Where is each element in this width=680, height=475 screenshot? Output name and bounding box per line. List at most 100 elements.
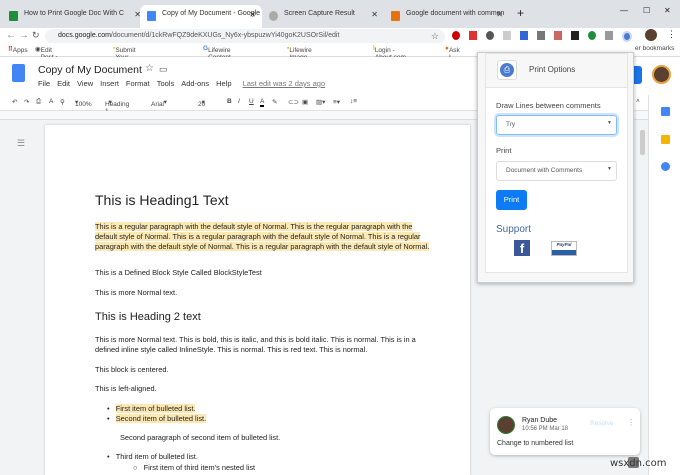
link-icon[interactable]: ⊂⊃	[288, 98, 299, 106]
underline-button[interactable]: U	[249, 98, 254, 105]
extension-icon[interactable]	[519, 31, 528, 40]
docs-logo-icon[interactable]	[12, 64, 25, 82]
menu-file[interactable]: File	[38, 79, 50, 88]
comment-icon[interactable]: ▣	[302, 98, 308, 106]
menu-addons[interactable]: Add-ons	[181, 79, 209, 88]
reload-icon[interactable]: ↻	[32, 30, 40, 41]
font-size-select[interactable]: 20 ▾	[198, 98, 205, 108]
tab-copy-of-my-document[interactable]: Copy of My Document - Google ✕	[140, 5, 262, 28]
extension-icon[interactable]	[468, 31, 477, 40]
popup-header: ⎙ Print Options	[486, 54, 627, 88]
font-select[interactable]: Arial ▾	[151, 98, 167, 108]
close-tab-icon[interactable]: ✕	[371, 10, 378, 19]
print-button[interactable]: Print	[496, 190, 527, 210]
extension-icon[interactable]	[502, 31, 511, 40]
print-extension-icon[interactable]	[621, 31, 633, 42]
dropdown-arrow-icon: ▼	[607, 120, 612, 126]
menu-edit[interactable]: Edit	[57, 79, 70, 88]
maximize-button[interactable]: ☐	[643, 6, 650, 15]
outline-icon[interactable]: ☰	[17, 138, 25, 149]
docs-icon	[147, 11, 156, 21]
redo-icon[interactable]: ↷	[24, 98, 29, 106]
bookmark-apps[interactable]: ⠿ Apps	[8, 45, 28, 54]
bookmark-item[interactable]: ◉ Edit Post ‹ Skyose -...	[35, 45, 62, 75]
align-icon[interactable]: ≡▾	[333, 98, 340, 106]
bold-button[interactable]: B	[227, 98, 232, 105]
star-icon[interactable]: ☆	[145, 63, 154, 74]
print-options-popup: ⎙ Print Options Draw Lines between comme…	[477, 52, 634, 283]
commenter-avatar	[497, 416, 515, 434]
style-select[interactable]: Heading 1 ▾	[105, 98, 129, 115]
collapse-icon[interactable]: ˄	[636, 98, 640, 105]
new-tab-button[interactable]: +	[517, 6, 524, 20]
print-select[interactable]: Document with Comments ▼	[496, 161, 617, 181]
dropdown-arrow-icon: ▼	[607, 166, 612, 172]
more-options-icon[interactable]: ⋮	[627, 418, 635, 427]
profile-avatar[interactable]	[645, 29, 657, 41]
tab-how-to-print[interactable]: How to Print Google Doc With C ✕	[2, 5, 147, 28]
print-icon[interactable]: ⎙	[36, 98, 41, 106]
undo-icon[interactable]: ↶	[12, 98, 17, 106]
text-color-button[interactable]: A	[260, 98, 265, 107]
close-window-button[interactable]: ✕	[664, 6, 671, 15]
block-style-paragraph: This is a Defined Block Style Called Blo…	[95, 268, 262, 277]
extension-icon[interactable]	[452, 31, 460, 40]
tasks-icon[interactable]	[661, 162, 670, 171]
star-icon[interactable]: ☆	[431, 31, 439, 42]
bookmark-item[interactable]: G Lifewire Content Hu...	[203, 45, 231, 68]
other-bookmarks[interactable]: er bookmarks	[635, 45, 674, 52]
paragraph: This block is centered.	[95, 365, 169, 374]
folder-icon[interactable]: ▭	[159, 64, 168, 75]
address-bar-row: ← → ↻ docs.google.com/document/d/1ckRwFQ…	[0, 28, 680, 44]
heading-1: This is Heading1 Text	[95, 192, 229, 208]
menu-tools[interactable]: Tools	[157, 79, 175, 88]
bookmark-item[interactable]: ▪ Lifewire Image Style...	[287, 45, 312, 68]
italic-button[interactable]: I	[238, 98, 240, 105]
zoom-select[interactable]: 100% ▾	[75, 98, 92, 108]
watermark: wsxdn.com	[610, 458, 667, 469]
document-title[interactable]: Copy of My Document	[38, 64, 142, 76]
close-tab-icon[interactable]: ✕	[249, 10, 256, 19]
image-icon[interactable]: ▨▾	[316, 98, 325, 106]
camera-icon	[269, 11, 278, 21]
extension-icon[interactable]	[587, 31, 596, 40]
extension-icon[interactable]	[553, 31, 562, 40]
tab-screen-capture[interactable]: Screen Capture Result ✕	[262, 5, 384, 28]
scrollbar[interactable]	[640, 130, 645, 155]
comment-card[interactable]: Ryan Dube 10:56 PM Mar 18 Resolve ⋮ Chan…	[490, 408, 640, 455]
extensions-toolbar	[452, 31, 633, 42]
camera-extension-icon[interactable]	[604, 31, 613, 40]
extension-icon[interactable]	[570, 31, 579, 40]
calendar-icon[interactable]	[661, 107, 670, 116]
menu-view[interactable]: View	[77, 79, 93, 88]
line-spacing-icon[interactable]: ↕≡	[350, 98, 357, 105]
paragraph: This is a regular paragraph with the def…	[95, 222, 430, 251]
resolve-button[interactable]: Resolve	[590, 420, 613, 427]
menu-help[interactable]: Help	[216, 79, 231, 88]
paint-format-icon[interactable]: ⚲	[60, 98, 65, 106]
draw-lines-select[interactable]: Try ▼	[496, 115, 617, 135]
minimize-button[interactable]: —	[620, 6, 628, 15]
bookmark-item[interactable]: ● Ask I	[445, 45, 460, 61]
account-avatar[interactable]	[652, 65, 671, 84]
comment-time: 10:56 PM Mar 18	[522, 426, 569, 432]
paypal-button[interactable]: PayPal	[551, 241, 577, 256]
bookmark-item[interactable]: ▪ Submit Your Story |...	[113, 45, 136, 75]
highlight-icon[interactable]: ✎	[272, 98, 277, 106]
extension-icon[interactable]	[485, 31, 494, 40]
keep-icon[interactable]	[661, 135, 670, 144]
extension-icon[interactable]	[536, 31, 545, 40]
spellcheck-icon[interactable]: A	[49, 98, 53, 105]
url-input[interactable]: docs.google.com/document/d/1ckRwFQZ9deKX…	[45, 29, 445, 44]
last-edit-link[interactable]: Last edit was 2 days ago	[243, 79, 326, 88]
menu-insert[interactable]: Insert	[100, 79, 119, 88]
menu-icon[interactable]: ⋮	[667, 29, 676, 40]
bookmark-item[interactable]: l Login - About.com...	[373, 45, 411, 61]
facebook-icon[interactable]: f	[514, 240, 530, 256]
menu-format[interactable]: Format	[126, 79, 150, 88]
forward-icon[interactable]: →	[19, 30, 29, 41]
back-icon[interactable]: ←	[6, 30, 16, 41]
document-page[interactable]: This is Heading1 Text This is a regular …	[45, 125, 470, 475]
tab-google-document[interactable]: Google document with commen ✕	[384, 5, 509, 28]
close-tab-icon[interactable]: ✕	[496, 10, 503, 19]
